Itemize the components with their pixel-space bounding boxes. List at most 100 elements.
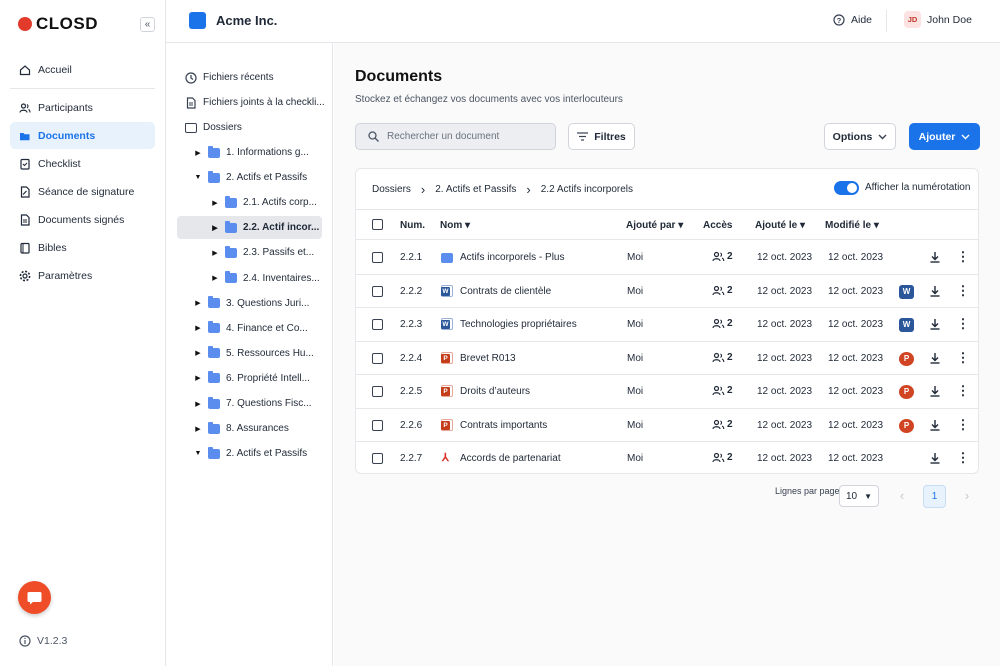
select-all-checkbox[interactable]: [372, 219, 383, 230]
row-access[interactable]: 2: [712, 352, 733, 363]
tree-folder-item[interactable]: ▼ 2. Actifs et Passifs: [194, 442, 326, 465]
sidebar-item-s-ance-de-signature[interactable]: Séance de signature: [10, 178, 155, 205]
tree-folder-item[interactable]: ▶ 3. Questions Juri...: [194, 292, 326, 315]
download-icon[interactable]: [928, 317, 942, 331]
table-row[interactable]: 2.2.1 Actifs incorporels - Plus Moi 2 12…: [356, 241, 978, 275]
sidebar-item-documents[interactable]: Documents: [10, 122, 155, 149]
row-access[interactable]: 2: [712, 385, 733, 396]
tree-folder-item[interactable]: ▼ 2. Actifs et Passifs: [194, 166, 326, 189]
breadcrumb-item[interactable]: 2.2 Actifs incorporels: [541, 184, 633, 195]
breadcrumb-item[interactable]: 2. Actifs et Passifs: [435, 184, 516, 195]
ppt-app-icon[interactable]: P: [899, 385, 914, 399]
download-icon[interactable]: [928, 284, 942, 298]
chat-button[interactable]: [18, 581, 51, 614]
tree-folder-item[interactable]: ▶ 8. Assurances: [194, 417, 326, 440]
tree-attached-files[interactable]: Fichiers joints à la checkli...: [185, 91, 330, 114]
sidebar-item-participants[interactable]: Participants: [10, 94, 155, 121]
ppt-app-icon[interactable]: P: [899, 418, 914, 433]
caret-right-icon[interactable]: ▶: [194, 425, 202, 433]
caret-right-icon[interactable]: ▶: [194, 299, 202, 307]
download-icon[interactable]: [928, 418, 942, 432]
caret-down-icon[interactable]: ▼: [194, 450, 202, 457]
next-page-button[interactable]: ›: [960, 489, 974, 503]
row-name[interactable]: Contrats importants: [460, 420, 547, 431]
tree-folder-item[interactable]: ▶ 2.1. Actifs corp...: [211, 191, 326, 214]
row-name[interactable]: Brevet R013: [460, 353, 516, 364]
current-page-button[interactable]: 1: [923, 485, 946, 508]
download-icon[interactable]: [928, 384, 942, 398]
tree-folder-item[interactable]: ▶ 4. Finance et Co...: [194, 317, 326, 340]
row-checkbox[interactable]: [372, 252, 383, 263]
row-checkbox[interactable]: [372, 352, 383, 364]
more-options-icon[interactable]: ⋮: [956, 451, 970, 465]
more-options-icon[interactable]: ⋮: [956, 283, 970, 298]
tree-recent-files[interactable]: Fichiers récents: [185, 66, 274, 89]
row-access[interactable]: 2: [712, 318, 733, 329]
table-row[interactable]: 2.2.3 Technologies propriétaires Moi 2 1…: [356, 308, 978, 342]
tree-folder-item[interactable]: ▶ 2.2. Actif incor...: [177, 216, 322, 240]
caret-right-icon[interactable]: ▶: [211, 199, 219, 207]
numbering-toggle[interactable]: [834, 181, 859, 195]
sidebar-item-accueil[interactable]: Accueil: [10, 56, 155, 83]
tree-folders-root[interactable]: Dossiers: [185, 116, 242, 139]
user-menu[interactable]: JD John Doe: [904, 11, 972, 28]
row-checkbox[interactable]: [372, 453, 383, 464]
word-app-icon[interactable]: W: [899, 318, 914, 332]
row-checkbox[interactable]: [372, 419, 383, 431]
caret-right-icon[interactable]: ▶: [194, 324, 202, 332]
row-name[interactable]: Actifs incorporels - Plus: [460, 252, 564, 263]
download-icon[interactable]: [928, 451, 942, 465]
breadcrumb-item[interactable]: Dossiers: [372, 184, 411, 195]
table-row[interactable]: 2.2.2 Contrats de clientèle Moi 2 12 oct…: [356, 275, 978, 308]
caret-down-icon[interactable]: ▼: [194, 174, 202, 181]
options-button[interactable]: Options: [824, 123, 896, 150]
tree-folder-item[interactable]: ▶ 2.4. Inventaires...: [211, 267, 326, 290]
sidebar-item-documents-sign-s[interactable]: Documents signés: [10, 206, 155, 233]
download-icon[interactable]: [928, 250, 942, 264]
row-checkbox[interactable]: [372, 386, 383, 397]
caret-right-icon[interactable]: ▶: [194, 400, 202, 408]
more-options-icon[interactable]: ⋮: [956, 350, 970, 365]
row-access[interactable]: 2: [712, 419, 733, 430]
row-name[interactable]: Contrats de clientèle: [460, 286, 551, 297]
col-added-on[interactable]: Ajouté le ▾: [755, 220, 805, 231]
table-row[interactable]: 2.2.5 Droits d’auteurs Moi 2 12 oct. 202…: [356, 375, 978, 409]
caret-right-icon[interactable]: ▶: [194, 149, 202, 157]
row-access[interactable]: 2: [712, 452, 733, 463]
caret-right-icon[interactable]: ▶: [211, 224, 219, 232]
tree-folder-item[interactable]: ▶ 6. Propriété Intell...: [194, 367, 326, 390]
add-button[interactable]: Ajouter: [909, 123, 980, 150]
caret-right-icon[interactable]: ▶: [211, 274, 219, 282]
more-options-icon[interactable]: ⋮: [956, 317, 970, 331]
tree-folder-item[interactable]: ▶ 7. Questions Fisc...: [194, 392, 326, 415]
col-added-by[interactable]: Ajouté par ▾: [626, 220, 683, 231]
word-app-icon[interactable]: W: [899, 284, 914, 299]
sidebar-item-bibles[interactable]: Bibles: [10, 234, 155, 261]
tree-folder-item[interactable]: ▶ 5. Ressources Hu...: [194, 342, 326, 365]
ppt-app-icon[interactable]: P: [899, 351, 914, 366]
table-row[interactable]: 2.2.7 Accords de partenariat Moi 2 12 oc…: [356, 442, 978, 476]
more-options-icon[interactable]: ⋮: [956, 250, 970, 264]
row-name[interactable]: Accords de partenariat: [460, 453, 561, 464]
row-name[interactable]: Droits d’auteurs: [460, 386, 530, 397]
sidebar-item-param-tres[interactable]: Paramètres: [10, 262, 155, 289]
search-input[interactable]: Rechercher un document: [355, 123, 556, 150]
download-icon[interactable]: [928, 351, 942, 365]
col-modified-on[interactable]: Modifié le ▾: [825, 220, 879, 231]
more-options-icon[interactable]: ⋮: [956, 384, 970, 398]
row-checkbox[interactable]: [372, 285, 383, 297]
row-access[interactable]: 2: [712, 285, 733, 296]
prev-page-button[interactable]: ‹: [895, 489, 909, 503]
tree-folder-item[interactable]: ▶ 2.3. Passifs et...: [211, 241, 326, 264]
table-row[interactable]: 2.2.6 Contrats importants Moi 2 12 oct. …: [356, 409, 978, 442]
row-checkbox[interactable]: [372, 319, 383, 330]
rows-per-page-select[interactable]: 10 ▼: [839, 485, 879, 507]
col-name[interactable]: Nom ▾: [440, 220, 470, 231]
sidebar-item-checklist[interactable]: Checklist: [10, 150, 155, 177]
more-options-icon[interactable]: ⋮: [956, 417, 970, 432]
row-access[interactable]: 2: [712, 251, 733, 262]
table-row[interactable]: 2.2.4 Brevet R013 Moi 2 12 oct. 2023 12 …: [356, 342, 978, 375]
help-link[interactable]: ? Aide: [833, 14, 872, 26]
tree-folder-item[interactable]: ▶ 1. Informations g...: [194, 141, 326, 164]
row-name[interactable]: Technologies propriétaires: [460, 319, 577, 330]
